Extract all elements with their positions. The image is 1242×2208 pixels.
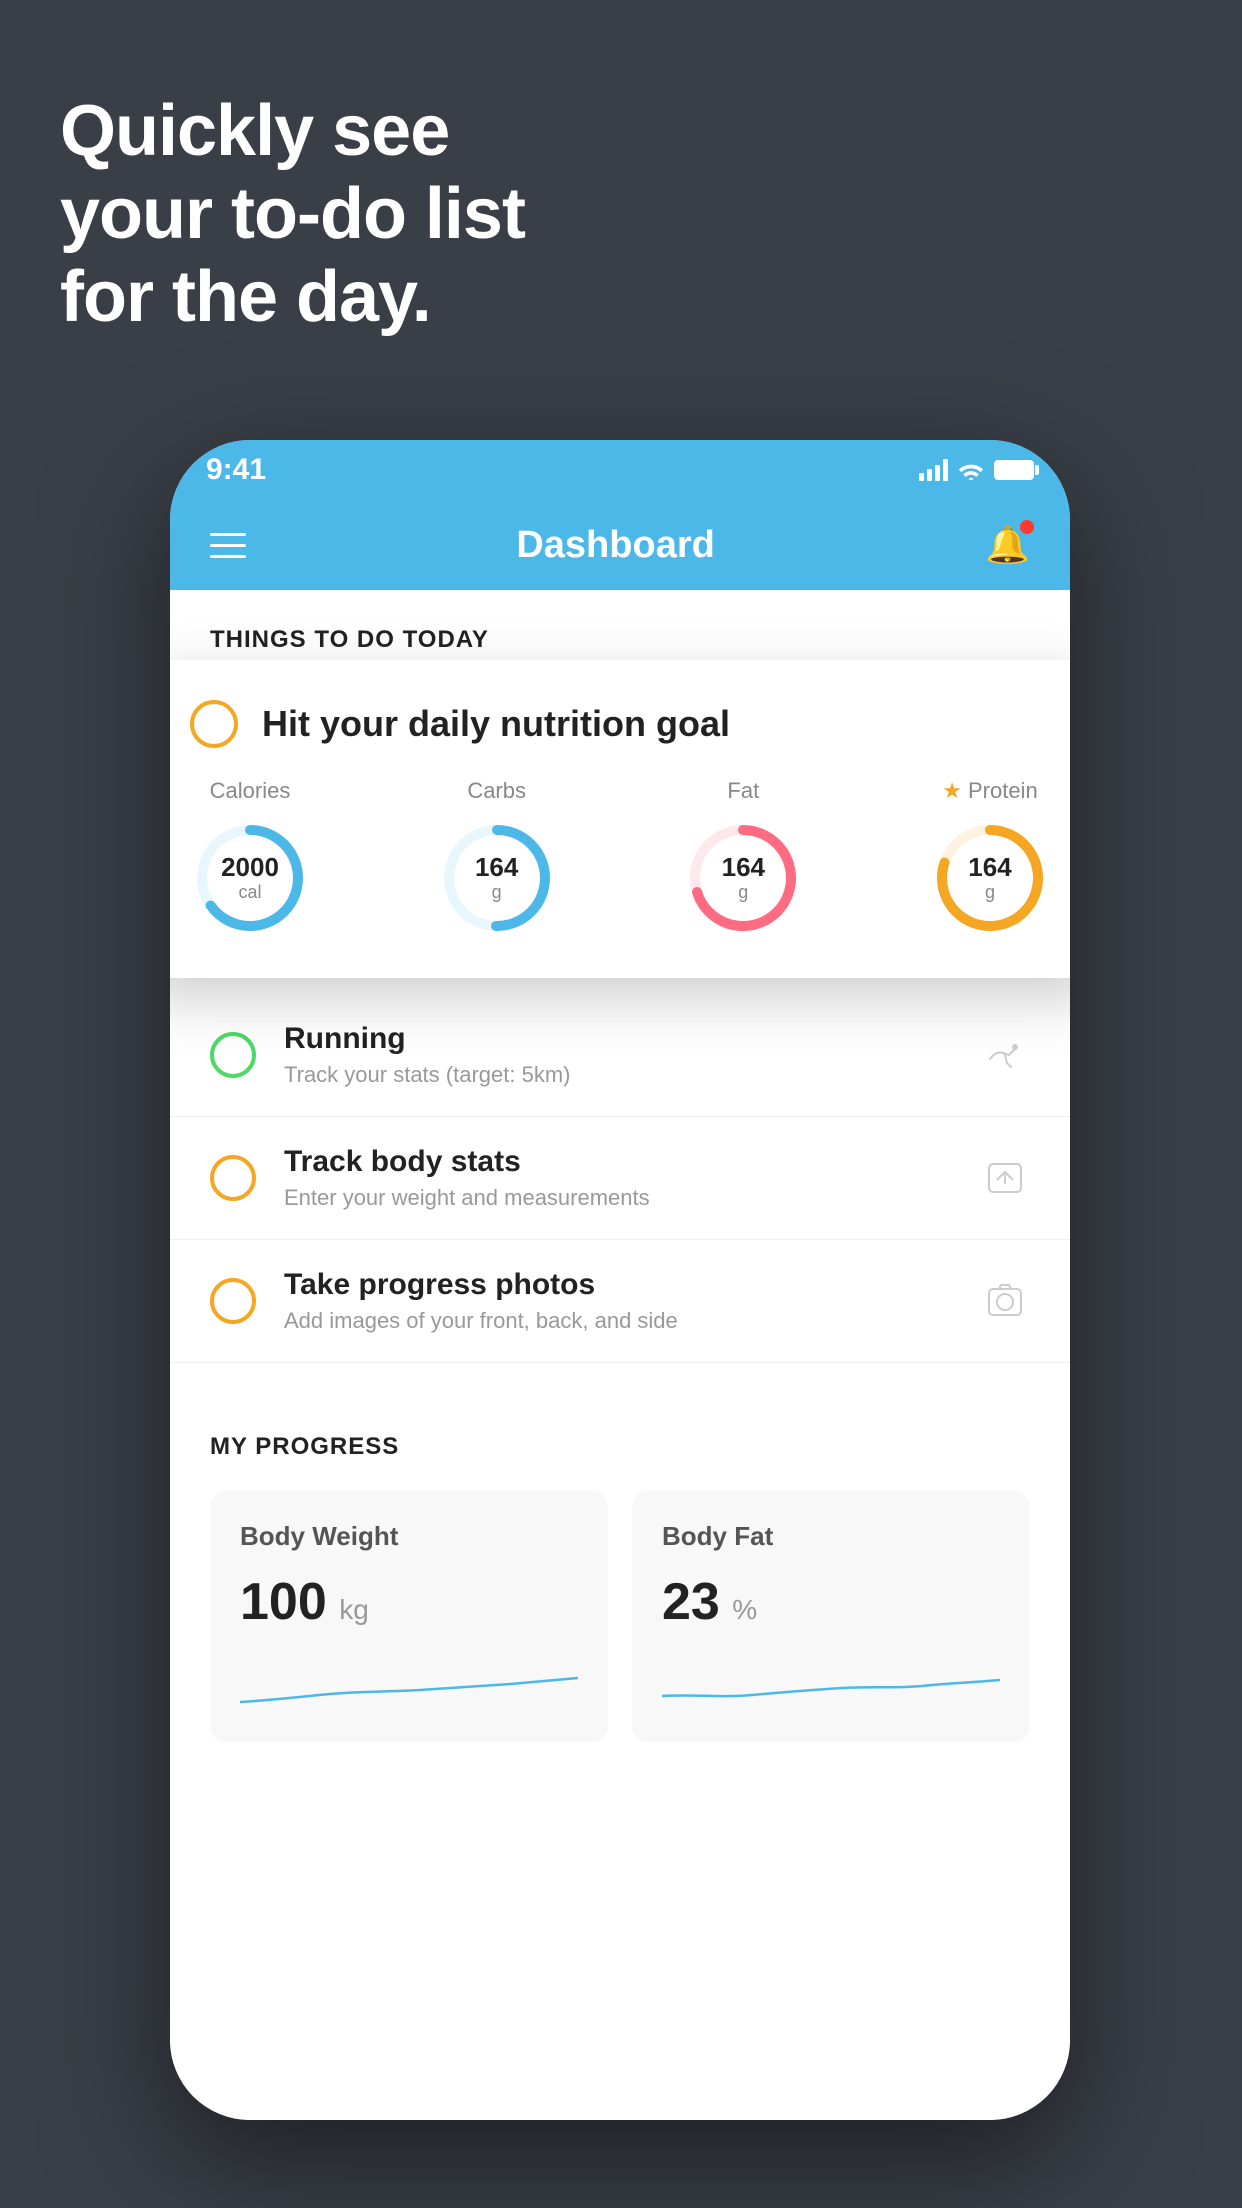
body-fat-card[interactable]: Body Fat 23 %: [632, 1491, 1030, 1742]
nutrition-row: Calories 2000 cal Carbs: [190, 778, 1050, 938]
body-weight-chart: [240, 1652, 578, 1712]
phone-frame: 9:41 Dashboard 🔔 THINGS TO DO TODAY: [170, 440, 1070, 2120]
content-area: THINGS TO DO TODAY Hit your daily nutrit…: [170, 590, 1070, 2120]
calories-label: Calories: [210, 778, 291, 804]
wifi-icon: [958, 460, 984, 480]
nav-bar: Dashboard 🔔: [170, 500, 1070, 590]
running-icon: [980, 1035, 1030, 1075]
body-stats-checkbox[interactable]: [210, 1155, 256, 1201]
progress-section-title: MY PROGRESS: [210, 1433, 1030, 1461]
fat-value: 164: [722, 853, 765, 882]
carbs-value: 164: [475, 853, 518, 882]
carbs-unit: g: [475, 882, 518, 903]
protein-ring: 164 g: [930, 818, 1050, 938]
body-stats-text: Track body stats Enter your weight and m…: [284, 1145, 952, 1211]
carbs-label: Carbs: [467, 778, 526, 804]
list-item-photos[interactable]: Take progress photos Add images of your …: [170, 1240, 1070, 1363]
nutrition-fat: Fat 164 g: [683, 778, 803, 938]
photos-text: Take progress photos Add images of your …: [284, 1268, 952, 1334]
calories-unit: cal: [221, 882, 279, 903]
photos-title: Take progress photos: [284, 1268, 952, 1302]
body-fat-unit: %: [732, 1594, 757, 1625]
body-fat-card-title: Body Fat: [662, 1521, 1000, 1552]
status-icons: [919, 459, 1034, 481]
nutrition-carbs: Carbs 164 g: [437, 778, 557, 938]
protein-unit: g: [968, 882, 1011, 903]
headline-line2: your to-do list: [60, 174, 525, 254]
nutrition-calories: Calories 2000 cal: [190, 778, 310, 938]
photos-checkbox[interactable]: [210, 1278, 256, 1324]
notification-dot: [1020, 520, 1034, 534]
list-item-body-stats[interactable]: Track body stats Enter your weight and m…: [170, 1117, 1070, 1240]
battery-icon: [994, 460, 1034, 480]
body-weight-unit: kg: [339, 1594, 369, 1625]
photo-icon: [980, 1281, 1030, 1321]
notifications-button[interactable]: 🔔: [985, 524, 1030, 566]
menu-button[interactable]: [210, 533, 246, 558]
scale-icon: [980, 1158, 1030, 1198]
protein-star-icon: ★: [942, 778, 962, 804]
running-title: Running: [284, 1022, 952, 1056]
headline: Quickly see your to-do list for the day.: [60, 90, 525, 338]
calories-ring: 2000 cal: [190, 818, 310, 938]
headline-line1: Quickly see: [60, 91, 449, 171]
signal-icon: [919, 459, 948, 481]
fat-unit: g: [722, 882, 765, 903]
carbs-ring: 164 g: [437, 818, 557, 938]
calories-value: 2000: [221, 853, 279, 882]
photos-subtitle: Add images of your front, back, and side: [284, 1308, 952, 1334]
nutrition-card-title: Hit your daily nutrition goal: [262, 703, 730, 745]
body-fat-chart: [662, 1652, 1000, 1712]
progress-cards: Body Weight 100 kg Body Fat 23: [210, 1491, 1030, 1742]
body-fat-value: 23: [662, 1573, 720, 1631]
body-stats-title: Track body stats: [284, 1145, 952, 1179]
headline-line3: for the day.: [60, 257, 431, 337]
nav-title: Dashboard: [516, 524, 714, 567]
body-stats-subtitle: Enter your weight and measurements: [284, 1185, 952, 1211]
list-item-running[interactable]: Running Track your stats (target: 5km): [170, 994, 1070, 1117]
running-subtitle: Track your stats (target: 5km): [284, 1062, 952, 1088]
body-weight-value: 100: [240, 1573, 327, 1631]
status-time: 9:41: [206, 453, 266, 487]
protein-value: 164: [968, 853, 1011, 882]
body-weight-card[interactable]: Body Weight 100 kg: [210, 1491, 608, 1742]
protein-label: ★ Protein: [942, 778, 1037, 804]
running-text: Running Track your stats (target: 5km): [284, 1022, 952, 1088]
body-weight-card-title: Body Weight: [240, 1521, 578, 1552]
todo-list: Running Track your stats (target: 5km) T…: [170, 994, 1070, 1363]
fat-ring: 164 g: [683, 818, 803, 938]
task-checkbox[interactable]: [190, 700, 238, 748]
running-checkbox[interactable]: [210, 1032, 256, 1078]
nutrition-protein: ★ Protein 164 g: [930, 778, 1050, 938]
progress-section: MY PROGRESS Body Weight 100 kg: [170, 1393, 1070, 1742]
fat-label: Fat: [727, 778, 759, 804]
nutrition-card: Hit your daily nutrition goal Calories 2…: [170, 660, 1070, 978]
status-bar: 9:41: [170, 440, 1070, 500]
